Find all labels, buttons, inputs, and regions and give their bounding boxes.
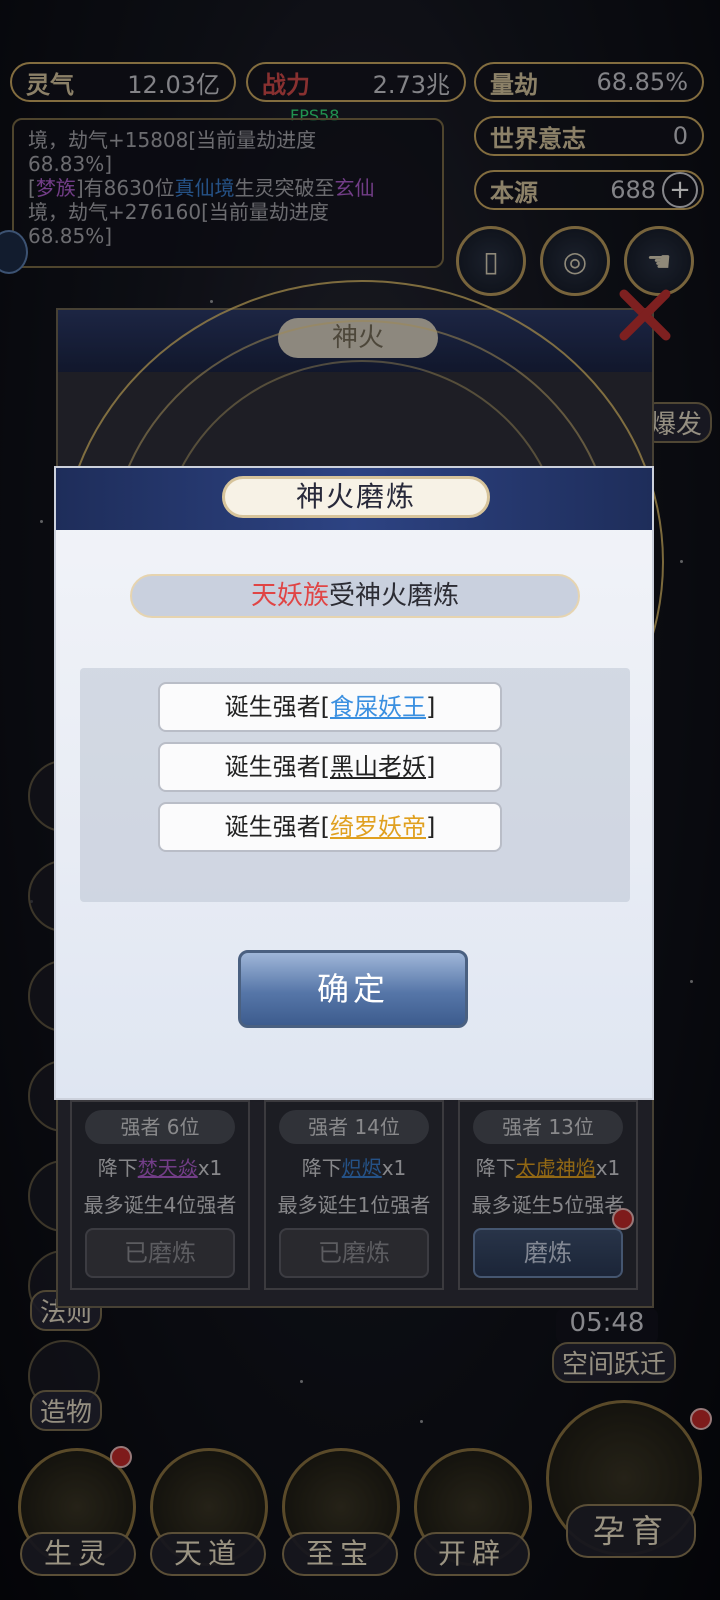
subtitle-text: 受神火磨炼 — [329, 581, 460, 611]
strong-name[interactable]: 绮罗妖帝 — [330, 813, 426, 841]
race-name: 天妖族 — [250, 581, 329, 611]
dialog-title: 神火磨炼 — [222, 476, 490, 518]
strong-name[interactable]: 食屎妖王 — [330, 693, 426, 721]
list-item: 诞生强者[食屎妖王] — [158, 682, 502, 732]
confirm-button[interactable]: 确定 — [238, 950, 468, 1028]
list-item: 诞生强者[绮罗妖帝] — [158, 802, 502, 852]
list-item: 诞生强者[黑山老妖] — [158, 742, 502, 792]
dialog-subtitle: 天妖族受神火磨炼 — [130, 574, 580, 618]
strong-name[interactable]: 黑山老妖 — [330, 753, 426, 781]
fire-refine-dialog: 神火磨炼 天妖族受神火磨炼 诞生强者[食屎妖王] 诞生强者[黑山老妖] 诞生强者… — [54, 466, 654, 1100]
